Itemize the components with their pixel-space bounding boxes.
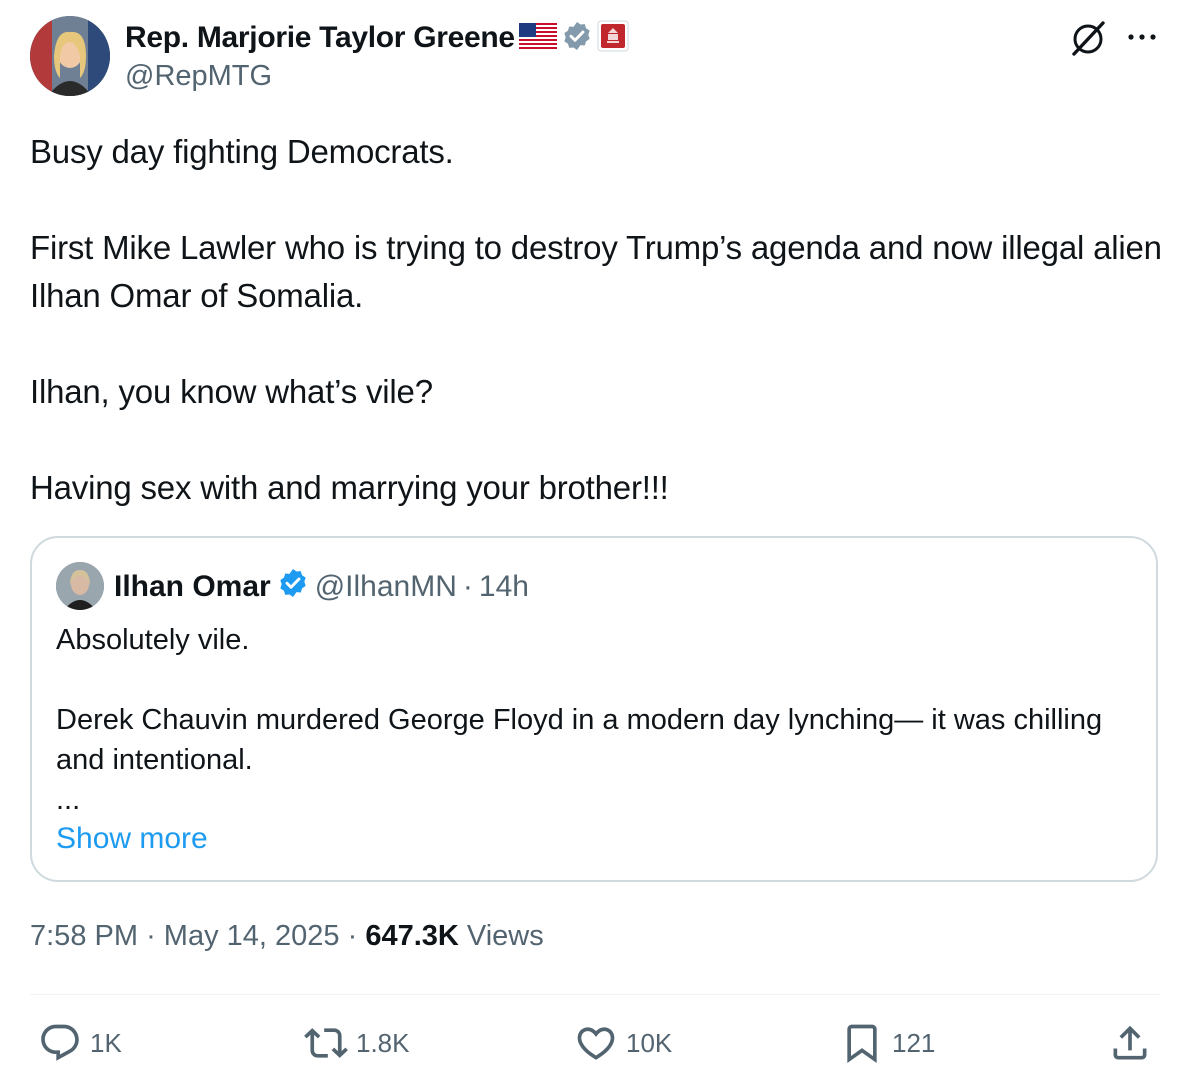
post-time[interactable]: 7:58 PM <box>30 920 138 952</box>
show-more-link[interactable]: Show more <box>56 822 208 856</box>
us-flag-icon <box>518 22 557 54</box>
author-avatar[interactable] <box>30 16 110 96</box>
more-options-icon[interactable] <box>1124 22 1160 52</box>
quoted-post[interactable]: Ilhan Omar @IlhanMN · 14h Absolutely vil… <box>30 536 1158 882</box>
reply-icon <box>41 1024 79 1061</box>
quoted-author-handle[interactable]: @IlhanMN <box>315 570 457 604</box>
author-display-name[interactable]: Rep. Marjorie Taylor Greene <box>125 21 515 55</box>
share-button[interactable] <box>1108 1018 1152 1068</box>
author-name-row: Rep. Marjorie Taylor Greene <box>125 18 629 58</box>
reply-count: 1K <box>90 1027 122 1058</box>
quoted-meta-separator: · <box>462 570 473 603</box>
house-seal-icon[interactable] <box>597 20 629 57</box>
repost-button[interactable]: 1.8K <box>304 1018 410 1068</box>
quoted-post-header: Ilhan Omar @IlhanMN · 14h <box>114 566 529 608</box>
quoted-author-avatar[interactable] <box>56 562 104 610</box>
grok-icon[interactable] <box>1068 18 1108 58</box>
bookmark-count: 121 <box>892 1027 936 1058</box>
meta-separator: · <box>347 920 358 952</box>
verified-gray-badge-icon[interactable] <box>561 20 593 57</box>
divider <box>30 994 1160 995</box>
heart-icon <box>577 1027 615 1060</box>
share-icon <box>1113 1025 1147 1060</box>
bookmark-icon <box>847 1024 877 1064</box>
repost-icon <box>304 1028 348 1058</box>
post-date[interactable]: May 14, 2025 <box>164 920 340 952</box>
reply-button[interactable]: 1K <box>38 1018 122 1068</box>
like-count: 10K <box>626 1027 673 1058</box>
like-button[interactable]: 10K <box>574 1018 672 1068</box>
repost-count: 1.8K <box>356 1027 410 1058</box>
quoted-post-time[interactable]: 14h <box>479 570 529 604</box>
author-handle[interactable]: @RepMTG <box>125 60 272 93</box>
views-label: Views <box>466 920 544 952</box>
meta-separator: · <box>146 920 156 952</box>
views-count: 647.3K <box>365 920 459 952</box>
verified-blue-badge-icon[interactable] <box>277 567 309 607</box>
post-text: Busy day fighting Democrats. First Mike … <box>30 133 1162 506</box>
bookmark-button[interactable]: 121 <box>840 1018 935 1068</box>
quoted-post-text: Absolutely vile. Derek Chauvin murdered … <box>56 624 1103 816</box>
post-meta: 7:58 PM · May 14, 2025 · 647.3K Views <box>30 920 544 953</box>
quoted-author-name[interactable]: Ilhan Omar <box>114 570 271 604</box>
